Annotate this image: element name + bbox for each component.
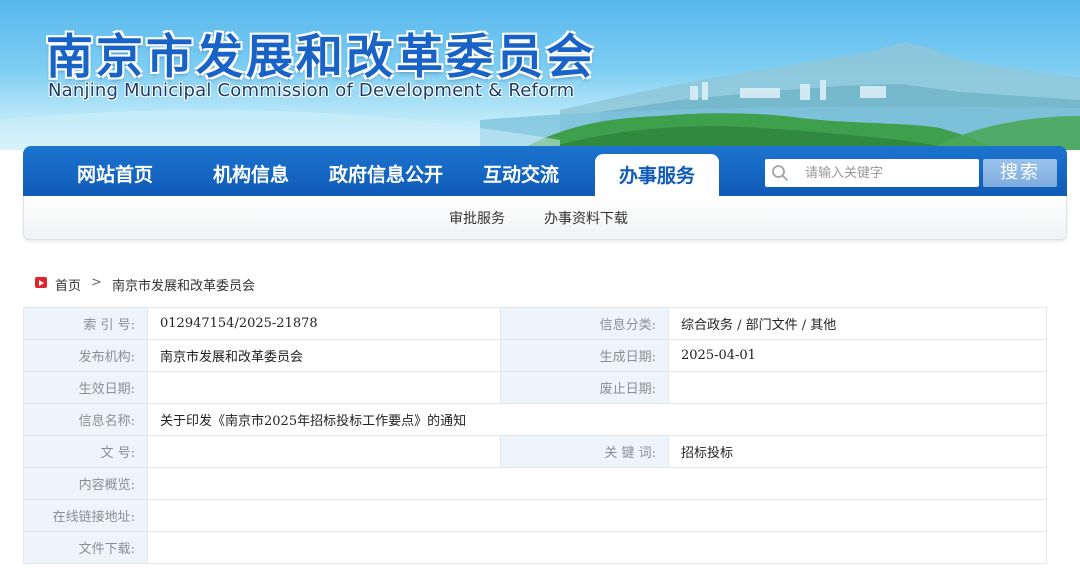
nav-item-home[interactable]: 网站首页 — [63, 146, 167, 196]
table-row: 信息名称: 关于印发《南京市2025年招标投标工作要点》的通知 — [23, 403, 1047, 436]
table-row: 发布机构: 南京市发展和改革委员会 生成日期: 2025-04-01 — [23, 339, 1047, 372]
doc-number-value — [147, 435, 501, 468]
online-link-label: 在线链接地址: — [23, 499, 148, 532]
play-icon — [35, 277, 47, 288]
summary-label: 内容概览: — [23, 467, 148, 500]
publisher-label: 发布机构: — [23, 339, 148, 372]
index-value: 012947154/2025-21878 — [147, 307, 501, 340]
info-table: 索 引 号: 012947154/2025-21878 信息分类: 综合政务 /… — [23, 307, 1047, 564]
created-date-label: 生成日期: — [500, 339, 669, 372]
nav-item-organization[interactable]: 机构信息 — [199, 146, 303, 196]
expiry-date-value — [668, 371, 1047, 404]
site-subtitle: Nanjing Municipal Commission of Developm… — [48, 80, 575, 101]
expiry-date-label: 废止日期: — [500, 371, 669, 404]
info-name-label: 信息名称: — [23, 403, 148, 436]
breadcrumb-current-link[interactable]: 南京市发展和改革委员会 — [112, 275, 255, 294]
breadcrumb-home-link[interactable]: 首页 — [55, 275, 81, 294]
summary-value — [147, 467, 1047, 500]
category-value: 综合政务 / 部门文件 / 其他 — [668, 307, 1047, 340]
table-row: 在线链接地址: — [23, 499, 1047, 532]
search-input[interactable] — [805, 163, 975, 183]
category-label: 信息分类: — [500, 307, 669, 340]
table-row: 生效日期: 废止日期: — [23, 371, 1047, 404]
publisher-value: 南京市发展和改革委员会 — [147, 339, 501, 372]
doc-number-label: 文 号: — [23, 435, 148, 468]
file-download-label: 文件下载: — [23, 531, 148, 564]
effective-date-value — [147, 371, 501, 404]
file-download-value[interactable] — [147, 531, 1047, 564]
main-nav: 网站首页 机构信息 政府信息公开 互动交流 办事服务 搜索 — [23, 146, 1067, 196]
breadcrumb-separator: > — [91, 275, 102, 290]
site-title: 南京市发展和改革委员会 — [46, 30, 596, 85]
table-row: 文 号: 关 键 词: 招标投标 — [23, 435, 1047, 468]
table-row: 内容概览: — [23, 467, 1047, 500]
nav-item-services[interactable]: 办事服务 — [595, 154, 719, 196]
nav-item-interaction[interactable]: 互动交流 — [469, 146, 573, 196]
subnav-item-approval[interactable]: 审批服务 — [449, 208, 505, 228]
table-row: 文件下载: — [23, 531, 1047, 564]
search-button[interactable]: 搜索 — [983, 159, 1057, 187]
table-row: 索 引 号: 012947154/2025-21878 信息分类: 综合政务 /… — [23, 307, 1047, 340]
sub-nav: 审批服务 办事资料下载 — [23, 196, 1067, 240]
index-label: 索 引 号: — [23, 307, 148, 340]
keywords-value: 招标投标 — [668, 435, 1047, 468]
keywords-label: 关 键 词: — [500, 435, 669, 468]
info-name-value: 关于印发《南京市2025年招标投标工作要点》的通知 — [147, 403, 1047, 436]
search-box — [765, 159, 979, 187]
subnav-item-downloads[interactable]: 办事资料下载 — [544, 208, 628, 228]
online-link-value[interactable] — [147, 499, 1047, 532]
effective-date-label: 生效日期: — [23, 371, 148, 404]
header-banner: 南京市发展和改革委员会 Nanjing Municipal Commission… — [0, 0, 1080, 150]
nav-item-gov-info[interactable]: 政府信息公开 — [321, 146, 451, 196]
created-date-value: 2025-04-01 — [668, 339, 1047, 372]
search-icon — [772, 165, 788, 181]
